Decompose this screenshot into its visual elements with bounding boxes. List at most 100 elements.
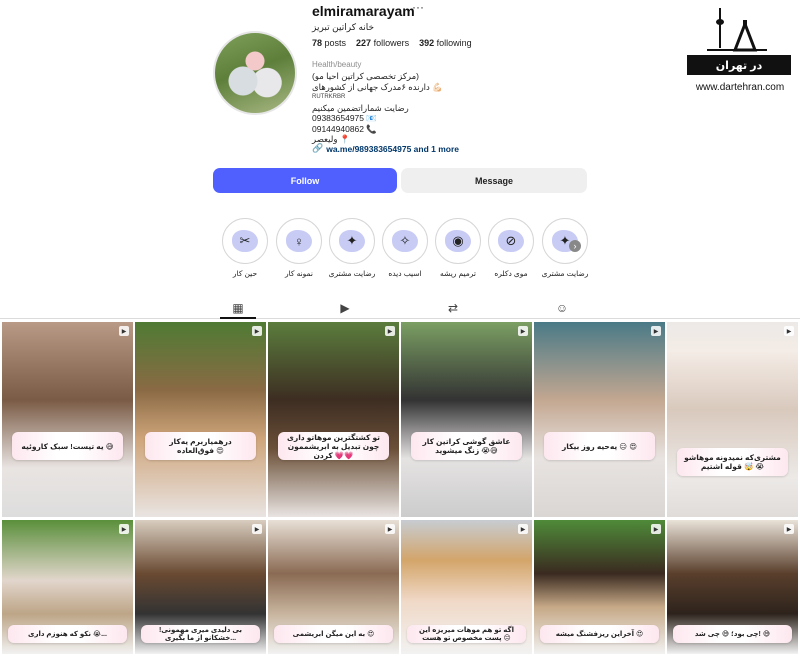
highlight-cover[interactable]: ◉ [435, 218, 481, 264]
following-stat[interactable]: 392 following [419, 38, 472, 48]
post-tile[interactable]: ▶ به این میگن ابریشمی 😍 [268, 520, 399, 654]
post-photo [667, 322, 798, 517]
post-tile[interactable]: ▶ آخراین ریزفشنگ میشه 😍 [534, 520, 665, 654]
highlight-label: حین کار [232, 269, 258, 278]
post-tile[interactable]: ▶ نکو که هنوزم داری 😭... [2, 520, 133, 654]
reel-icon: ▶ [252, 524, 262, 534]
logo-banner: در تهران [687, 55, 791, 75]
posts-grid-icon[interactable]: ▦ [231, 301, 245, 315]
highlight-label: اسیب دیده [388, 269, 422, 278]
post-caption: اگه تو هم موهات میریزه این پست مخصوص تو … [407, 625, 526, 643]
post-tile[interactable]: ▶ بی دلیدی میری مهمونی! خشکانو از ما بگیر… [135, 520, 266, 654]
highlight-label: رضایت مشتری [328, 269, 376, 278]
post-caption: آخراین ریزفشنگ میشه 😍 [540, 625, 659, 643]
highlight-cover-inner: ◉ [439, 222, 477, 260]
reel-icon: ▶ [651, 524, 661, 534]
highlight-item[interactable]: ⊘ موی دکلره [487, 218, 535, 278]
post-caption: مشتری‌که نمیدونه موهاشو قوله اشتیم 🤯 😭 [677, 448, 788, 476]
highlight-cover[interactable]: ⊘ [488, 218, 534, 264]
post-caption: بی دلیدی میری مهمونی! خشکانو از ما بگیری… [141, 625, 260, 643]
post-photo [534, 322, 665, 517]
reel-icon: ▶ [651, 326, 661, 336]
highlight-cover-inner: ✧ [386, 222, 424, 260]
highlight-cover[interactable]: ✧ [382, 218, 428, 264]
bio-line: 09144940862 📞 [312, 123, 377, 134]
profile-link-text[interactable]: wa.me/989383654975 and 1 more [326, 144, 459, 154]
tabs-divider [0, 318, 800, 319]
post-tile[interactable]: ▶ یه‌حیه روز بیکار 😑 😍 [534, 322, 665, 517]
highlights-next-icon[interactable]: › [569, 240, 581, 252]
highlight-label: نمونه کار [285, 269, 313, 278]
post-caption: نکو که هنوزم داری 😭... [8, 625, 127, 643]
profile-stats: 78 posts 227 followers 392 following [312, 38, 472, 48]
post-caption: تو کشتگترین موهاتو داری چون تبدیل به ابر… [278, 432, 389, 460]
highlight-cover[interactable]: ✦ [542, 218, 588, 264]
post-photo [401, 322, 532, 517]
logo-url: www.dartehran.com [695, 82, 785, 93]
reel-icon: ▶ [385, 326, 395, 336]
post-photo [2, 322, 133, 517]
post-tile[interactable]: ▶ یه تیست! سبک کاروئیه 😅 [2, 322, 133, 517]
post-caption: درهمیاربرم یه‌کار فوق‌العاده 😍 [145, 432, 256, 460]
highlight-label: موی دکلره [494, 269, 528, 278]
profile-link[interactable]: 🔗 wa.me/989383654975 and 1 more [312, 143, 459, 154]
bio-line: دارنده ۶مدرک جهانی از کشورهای 💪🏻 [312, 81, 443, 92]
followers-stat[interactable]: 227 followers [356, 38, 409, 48]
reel-icon: ▶ [252, 326, 262, 336]
profile-avatar[interactable] [213, 31, 297, 115]
post-photo [135, 322, 266, 517]
post-tile[interactable]: ▶ مشتری‌که نمیدونه موهاشو قوله اشتیم 🤯 😭 [667, 322, 798, 517]
woman-hair-icon: ♀ [294, 233, 304, 249]
no-hair-icon: ⊘ [505, 233, 517, 248]
highlight-cover-inner: ✂ [226, 222, 264, 260]
bio-line: RUTRKRBR [312, 94, 346, 100]
reposts-icon[interactable]: ⇄ [446, 301, 460, 315]
highlight-cover-inner: ⊘ [492, 222, 530, 260]
hair-root-icon: ◉ [452, 233, 464, 248]
highlight-cover-inner: ♀ [280, 222, 318, 260]
highlight-item[interactable]: ✦ رضایت مشتری [541, 218, 589, 278]
post-tile[interactable]: ▶ تو کشتگترین موهاتو داری چون تبدیل به اب… [268, 322, 399, 517]
profile-category: Health/beauty [312, 60, 362, 69]
highlight-label: رضایت مشتری [541, 269, 589, 278]
profile-bio: (مرکز تخصصی کراتین احیا مو) دارنده ۶مدرک… [312, 71, 443, 145]
highlight-cover[interactable]: ✦ [329, 218, 375, 264]
follow-button[interactable]: Follow [213, 168, 397, 193]
post-tile[interactable]: ▶ عاشق گوشی کراتین کار زنگ میشوید 😭😅 [401, 322, 532, 517]
post-tile[interactable]: ▶ درهمیاربرم یه‌کار فوق‌العاده 😍 [135, 322, 266, 517]
highlight-cover[interactable]: ✂ [222, 218, 268, 264]
highlight-label: ترمیم ریشه [439, 269, 476, 278]
post-caption: یه‌حیه روز بیکار 😑 😍 [544, 432, 655, 460]
post-tile[interactable]: ▶ اگه تو هم موهات میریزه این پست مخصوص تو… [401, 520, 532, 654]
profile-username: elmiramarayam [312, 3, 415, 19]
bio-line: (مرکز تخصصی کراتین احیا مو) [312, 71, 420, 81]
stars-person-icon: ✦ [346, 233, 358, 248]
reel-icon: ▶ [784, 326, 794, 336]
post-caption: عاشق گوشی کراتین کار زنگ میشوید 😭😅 [411, 432, 522, 460]
message-button[interactable]: Message [401, 168, 587, 193]
highlight-cover[interactable]: ♀ [276, 218, 322, 264]
dartehran-logo: در تهران www.dartehran.com [685, 6, 793, 96]
more-options-icon[interactable]: ··· [412, 0, 424, 14]
link-icon: 🔗 [312, 143, 324, 153]
highlight-item[interactable]: ◉ ترمیم ریشه [434, 218, 482, 278]
reel-icon: ▶ [518, 326, 528, 336]
highlight-cover-inner: ✦ [333, 222, 371, 260]
highlight-item[interactable]: ✦ رضایت مشتری [328, 218, 376, 278]
posts-stat: 78 posts [312, 38, 347, 48]
highlight-item[interactable]: ♀ نمونه کار [275, 218, 323, 278]
magic-wand-icon: ✧ [399, 233, 411, 248]
post-caption: به این میگن ابریشمی 😍 [274, 625, 393, 643]
post-caption: چی بود؛ 😅 چی شد! 😅 [673, 625, 792, 643]
reel-icon: ▶ [119, 524, 129, 534]
reels-icon[interactable]: ▶ [338, 301, 352, 315]
reel-icon: ▶ [385, 524, 395, 534]
tagged-icon[interactable]: ☺ [555, 301, 569, 315]
post-tile[interactable]: ▶ چی بود؛ 😅 چی شد! 😅 [667, 520, 798, 654]
active-tab-indicator [220, 317, 256, 319]
highlight-item[interactable]: ✧ اسیب دیده [381, 218, 429, 278]
post-photo [268, 322, 399, 517]
reel-icon: ▶ [119, 326, 129, 336]
reel-icon: ▶ [518, 524, 528, 534]
highlight-item[interactable]: ✂ حین کار [221, 218, 269, 278]
